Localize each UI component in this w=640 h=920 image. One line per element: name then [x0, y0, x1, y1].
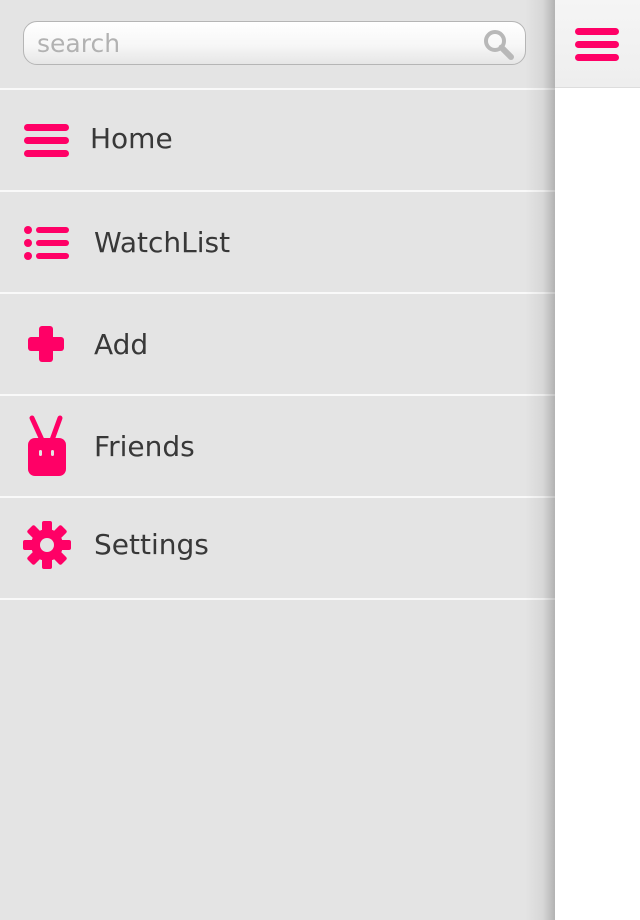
gear-icon	[22, 520, 72, 570]
tv-robot-icon	[22, 414, 72, 478]
menu-list: Home WatchList Add Friends Settings	[0, 88, 555, 600]
menu-item-label: Settings	[94, 528, 209, 561]
menu-item-label: Home	[90, 122, 173, 155]
side-drawer: Home WatchList	[0, 0, 555, 920]
hamburger-icon	[22, 116, 72, 166]
plus-icon	[22, 320, 72, 370]
menu-toggle-button[interactable]	[573, 24, 621, 64]
search-bar	[0, 0, 555, 88]
menu-item-watchlist[interactable]: WatchList	[0, 190, 555, 292]
menu-item-settings[interactable]: Settings	[0, 496, 555, 600]
menu-item-label: WatchList	[94, 226, 231, 259]
top-bar	[555, 0, 640, 88]
menu-item-label: Add	[94, 328, 149, 361]
search-input[interactable]	[37, 27, 457, 59]
menu-item-add[interactable]: Add	[0, 292, 555, 394]
menu-item-friends[interactable]: Friends	[0, 394, 555, 496]
list-icon	[22, 218, 72, 268]
search-box[interactable]	[23, 21, 526, 65]
menu-item-home[interactable]: Home	[0, 88, 555, 190]
search-icon[interactable]	[482, 28, 515, 60]
menu-item-label: Friends	[94, 430, 195, 463]
main-content	[555, 0, 640, 920]
